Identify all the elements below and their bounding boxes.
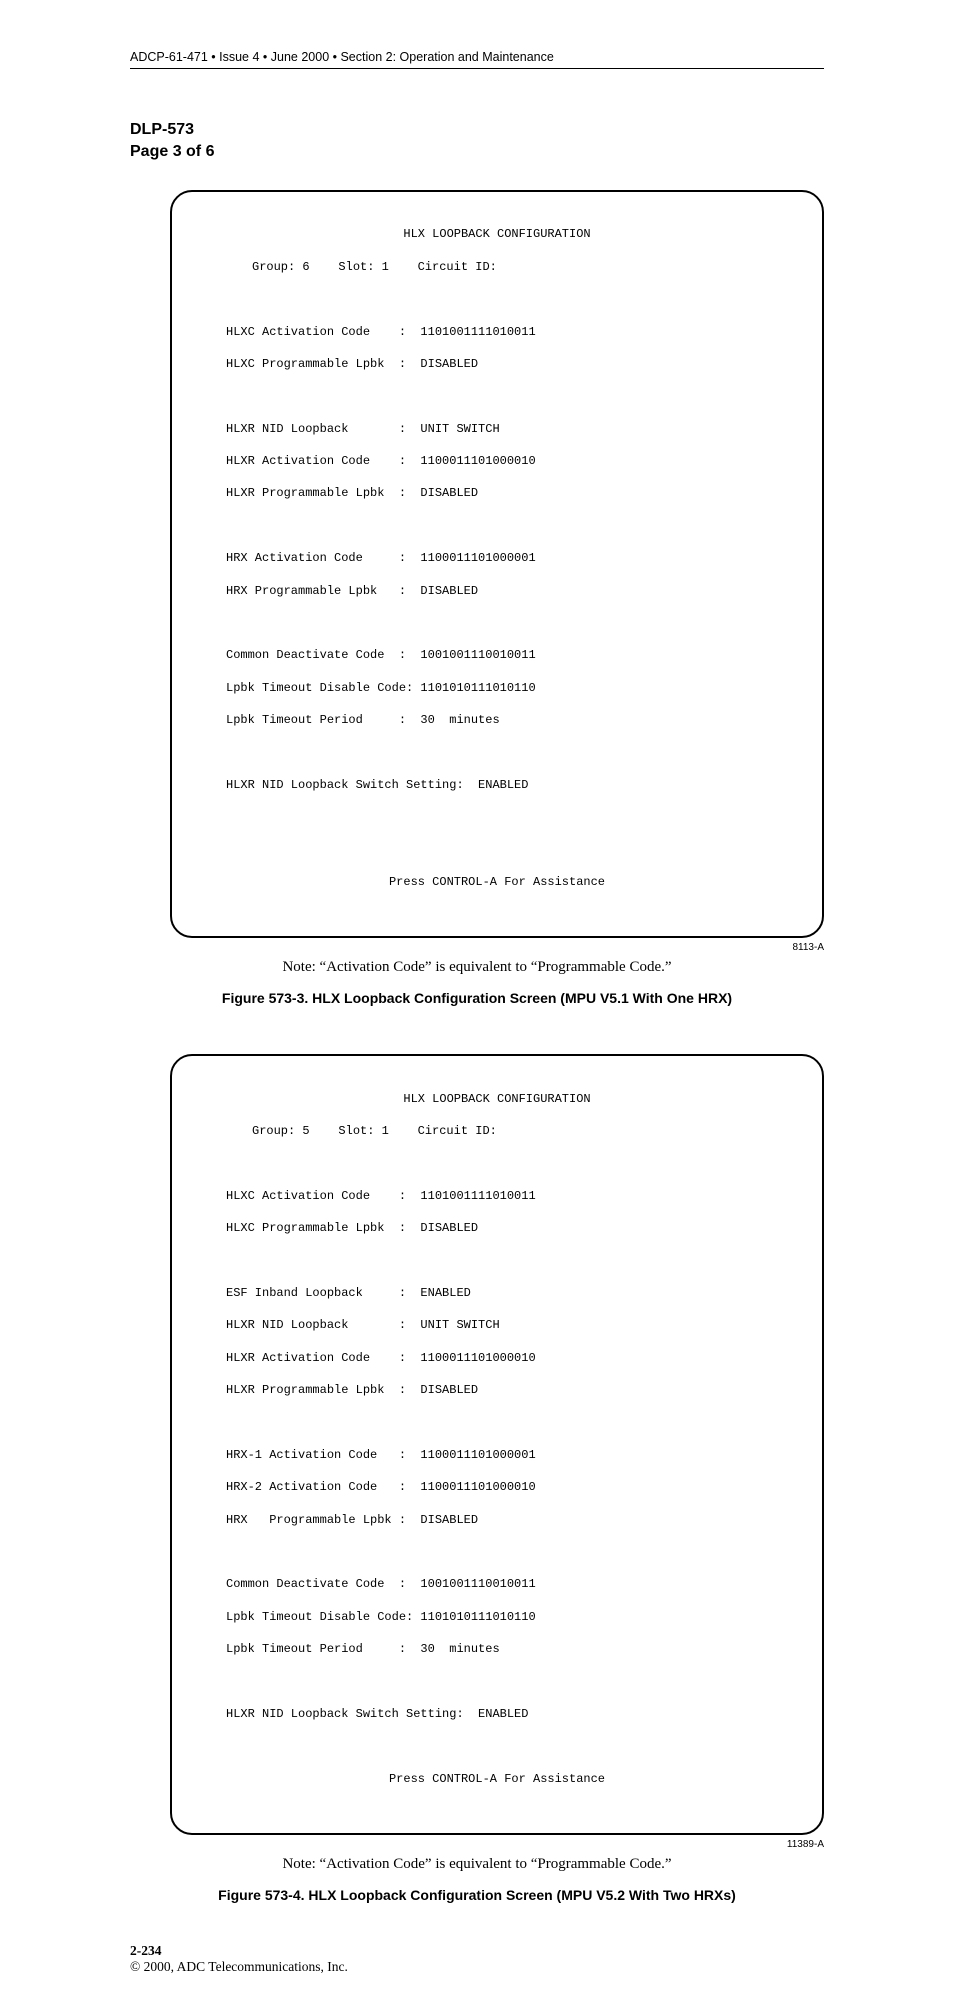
doc-header: ADCP-61-471 • Issue 4 • June 2000 • Sect… xyxy=(130,50,824,69)
screen1-row: Common Deactivate Code : 100100111001001… xyxy=(196,647,798,663)
note-2: Note: “Activation Code” is equivalent to… xyxy=(130,1856,824,1873)
screen2-row: Lpbk Timeout Disable Code: 1101010111010… xyxy=(196,1609,798,1625)
screen2-footer: Press CONTROL-A For Assistance xyxy=(196,1771,798,1787)
screen2-row: HLXR NID Loopback Switch Setting: ENABLE… xyxy=(196,1706,798,1722)
screen-2: HLX LOOPBACK CONFIGURATION Group: 5 Slot… xyxy=(170,1054,824,1835)
screen1-row: HLXR Programmable Lpbk : DISABLED xyxy=(196,485,798,501)
screen2-row: HLXR Activation Code : 1100011101000010 xyxy=(196,1350,798,1366)
screen1-row: HLXR NID Loopback : UNIT SWITCH xyxy=(196,421,798,437)
screen1-row: Lpbk Timeout Disable Code: 1101010111010… xyxy=(196,680,798,696)
screen2-row: HRX Programmable Lpbk : DISABLED xyxy=(196,1512,798,1528)
screen2-row: HRX-1 Activation Code : 1100011101000001 xyxy=(196,1447,798,1463)
dlp-page: Page 3 of 6 xyxy=(130,141,824,163)
dlp-code: DLP-573 xyxy=(130,119,824,141)
dlp-block: DLP-573 Page 3 of 6 xyxy=(130,119,824,162)
copyright: © 2000, ADC Telecommunications, Inc. xyxy=(130,1959,824,1975)
note-1: Note: “Activation Code” is equivalent to… xyxy=(130,959,824,976)
screen2-sub: Group: 5 Slot: 1 Circuit ID: xyxy=(196,1123,798,1139)
screen2-row: HLXR Programmable Lpbk : DISABLED xyxy=(196,1382,798,1398)
caption-2: Figure 573-4. HLX Loopback Configuration… xyxy=(130,1887,824,1903)
screen1-sub: Group: 6 Slot: 1 Circuit ID: xyxy=(196,259,798,275)
screen1-row: HLXC Activation Code : 1101001111010011 xyxy=(196,324,798,340)
page-number: 2-234 xyxy=(130,1943,824,1959)
screen1-row: HLXR NID Loopback Switch Setting: ENABLE… xyxy=(196,777,798,793)
screen1-footer: Press CONTROL-A For Assistance xyxy=(196,874,798,890)
screen-1-wrap: HLX LOOPBACK CONFIGURATION Group: 6 Slot… xyxy=(170,190,824,953)
caption-1: Figure 573-3. HLX Loopback Configuration… xyxy=(130,990,824,1006)
screen1-row: Lpbk Timeout Period : 30 minutes xyxy=(196,712,798,728)
screen1-row: HRX Programmable Lpbk : DISABLED xyxy=(196,583,798,599)
screen1-id: 8113-A xyxy=(170,942,824,953)
screen1-row: HRX Activation Code : 1100011101000001 xyxy=(196,550,798,566)
screen-1: HLX LOOPBACK CONFIGURATION Group: 6 Slot… xyxy=(170,190,824,938)
screen2-row: ESF Inband Loopback : ENABLED xyxy=(196,1285,798,1301)
screen2-row: HLXC Programmable Lpbk : DISABLED xyxy=(196,1220,798,1236)
screen2-id: 11389-A xyxy=(170,1839,824,1850)
screen2-row: HLXR NID Loopback : UNIT SWITCH xyxy=(196,1317,798,1333)
screen-2-wrap: HLX LOOPBACK CONFIGURATION Group: 5 Slot… xyxy=(170,1054,824,1850)
screen2-row: HLXC Activation Code : 1101001111010011 xyxy=(196,1188,798,1204)
screen1-row: HLXR Activation Code : 1100011101000010 xyxy=(196,453,798,469)
screen2-row: Lpbk Timeout Period : 30 minutes xyxy=(196,1641,798,1657)
screen2-row: Common Deactivate Code : 100100111001001… xyxy=(196,1576,798,1592)
screen1-row: HLXC Programmable Lpbk : DISABLED xyxy=(196,356,798,372)
page-footer: 2-234 © 2000, ADC Telecommunications, In… xyxy=(130,1943,824,1975)
screen2-title: HLX LOOPBACK CONFIGURATION xyxy=(196,1091,798,1107)
screen2-row: HRX-2 Activation Code : 1100011101000010 xyxy=(196,1479,798,1495)
screen1-title: HLX LOOPBACK CONFIGURATION xyxy=(196,226,798,242)
